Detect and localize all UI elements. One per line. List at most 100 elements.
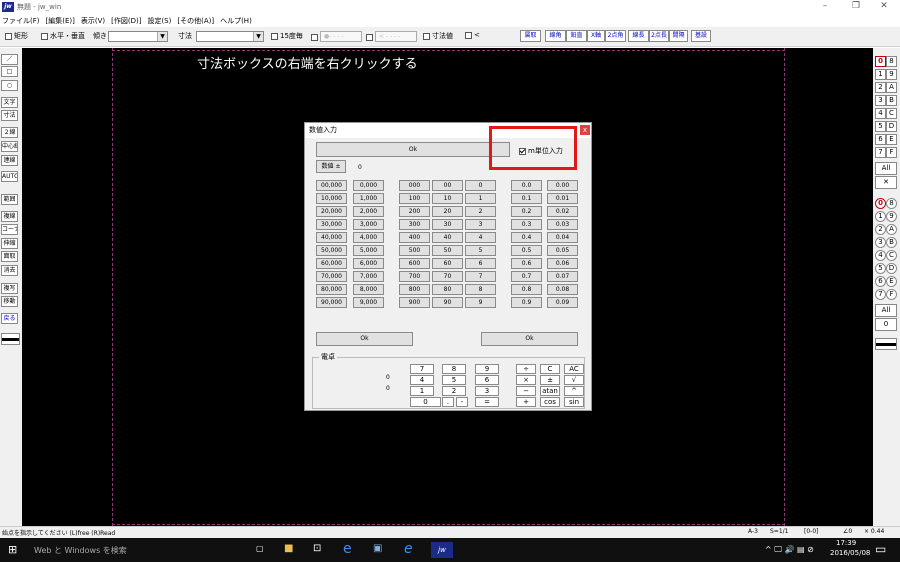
numeric-key-col3-5[interactable]: 500 <box>399 245 430 256</box>
layer-b-button[interactable]: B <box>886 95 897 106</box>
numeric-key-col6-3[interactable]: 0.3 <box>511 219 542 230</box>
numeric-key-col5-9[interactable]: 9 <box>465 297 496 308</box>
numeric-key-col2-8[interactable]: 8,000 <box>353 284 384 295</box>
menu-help[interactable]: ヘルプ(H) <box>220 16 252 26</box>
calc-key-2-4[interactable]: atan <box>540 386 560 396</box>
layer-9-button[interactable]: 9 <box>886 69 897 80</box>
numeric-key-col3-8[interactable]: 800 <box>399 284 430 295</box>
system-tray[interactable]: ^ 🖵 🔊 ▤ ⊘ <box>765 545 814 555</box>
line-length-button[interactable]: 線長 <box>628 30 649 42</box>
numeric-key-col3-0[interactable]: 000 <box>399 180 430 191</box>
numeric-key-col3-4[interactable]: 400 <box>399 232 430 243</box>
group-1-button[interactable]: 1 <box>875 211 886 222</box>
deg15-checkbox[interactable]: 15度毎 <box>271 31 303 41</box>
group-d-button[interactable]: D <box>886 263 897 274</box>
scale-display[interactable]: S=1/1 <box>770 528 789 535</box>
calc-key-3-4[interactable]: + <box>516 397 536 407</box>
numeric-key-col4-0[interactable]: 00 <box>432 180 463 191</box>
group-3-button[interactable]: 3 <box>875 237 886 248</box>
numeric-key-col5-4[interactable]: 4 <box>465 232 496 243</box>
sign-toggle-button[interactable]: 数値 ± <box>316 160 346 173</box>
numeric-key-col2-2[interactable]: 2,000 <box>353 206 384 217</box>
tool-circle[interactable]: ○ <box>1 80 18 91</box>
numeric-key-col6-7[interactable]: 0.7 <box>511 271 542 282</box>
numeric-key-col4-7[interactable]: 70 <box>432 271 463 282</box>
calc-key-1-1[interactable]: 5 <box>442 375 466 385</box>
numeric-key-col4-1[interactable]: 10 <box>432 193 463 204</box>
store-icon[interactable]: ⊡ <box>313 543 321 554</box>
minimize-button[interactable]: – <box>815 0 835 13</box>
numeric-key-col4-5[interactable]: 50 <box>432 245 463 256</box>
calc-key-3-3[interactable]: = <box>475 397 499 407</box>
windows-start-icon[interactable]: ⊞ <box>8 543 17 556</box>
tool-auto[interactable]: AUTO <box>1 171 18 182</box>
layer-d-button[interactable]: D <box>886 121 897 132</box>
numeric-key-col6-0[interactable]: 0.0 <box>511 180 542 191</box>
group-zero-button[interactable]: 0 <box>875 318 897 331</box>
layer-2-button[interactable]: 2 <box>875 82 886 93</box>
ok-left-button[interactable]: Ok <box>316 332 413 346</box>
group-5-button[interactable]: 5 <box>875 263 886 274</box>
numeric-key-col4-9[interactable]: 90 <box>432 297 463 308</box>
clock-date[interactable]: 2016/05/08 <box>830 549 870 557</box>
file-explorer-icon[interactable]: ■ <box>284 543 293 554</box>
tool-corner[interactable]: コーナー <box>1 224 18 235</box>
group-a-button[interactable]: A <box>886 224 897 235</box>
tool-move[interactable]: 移動 <box>1 296 18 307</box>
linestyle-field[interactable]: ●- - - - <box>320 31 362 42</box>
slope-combo[interactable]: ▼ <box>108 31 168 42</box>
arrow-field[interactable]: < - - - - <box>375 31 417 42</box>
task-view-icon[interactable]: ▢ <box>256 544 264 553</box>
ratio-display[interactable]: × 0.44 <box>864 528 884 535</box>
dimvalue-checkbox[interactable]: 寸法値 <box>423 31 453 41</box>
numeric-key-col4-4[interactable]: 40 <box>432 232 463 243</box>
numeric-key-col3-2[interactable]: 200 <box>399 206 430 217</box>
numeric-key-col3-9[interactable]: 900 <box>399 297 430 308</box>
calc-key-2-5[interactable]: ^ <box>564 386 584 396</box>
search-box[interactable]: Web と Windows を検索 <box>34 545 127 556</box>
calc-key-0-1[interactable]: 8 <box>442 364 466 374</box>
numeric-key-col6-1[interactable]: 0.1 <box>511 193 542 204</box>
calc-key-1-4[interactable]: ± <box>540 375 560 385</box>
tool-text[interactable]: 文字 <box>1 97 18 108</box>
edge-icon[interactable]: e <box>343 541 352 557</box>
line-width-swatch[interactable] <box>875 338 897 350</box>
numeric-key-col4-3[interactable]: 30 <box>432 219 463 230</box>
menu-settings[interactable]: 設定(S) <box>147 16 171 26</box>
layer-e-button[interactable]: E <box>886 134 897 145</box>
dim-combo[interactable]: ▼ <box>196 31 264 42</box>
numeric-key-col7-1[interactable]: 0.01 <box>547 193 578 204</box>
tool-chamfer[interactable]: 面取 <box>1 251 18 262</box>
numeric-key-col7-9[interactable]: 0.09 <box>547 297 578 308</box>
interval-button[interactable]: 間隔 <box>669 30 688 42</box>
layer-a-button[interactable]: A <box>886 82 897 93</box>
numeric-key-col5-5[interactable]: 5 <box>465 245 496 256</box>
tool-parallel[interactable]: 複線 <box>1 211 18 222</box>
layer-display[interactable]: [0-0] <box>804 528 818 535</box>
numeric-key-col2-1[interactable]: 1,000 <box>353 193 384 204</box>
numeric-key-col1-7[interactable]: 70,000 <box>316 271 347 282</box>
numeric-key-col3-7[interactable]: 700 <box>399 271 430 282</box>
media-icon[interactable]: ▣ <box>373 543 382 554</box>
calc-key-0-5[interactable]: AC <box>564 364 584 374</box>
group-e-button[interactable]: E <box>886 276 897 287</box>
numeric-key-col5-0[interactable]: 0 <box>465 180 496 191</box>
line-type-swatch[interactable] <box>1 333 20 345</box>
numeric-key-col3-6[interactable]: 600 <box>399 258 430 269</box>
numeric-key-col5-8[interactable]: 8 <box>465 284 496 295</box>
calc-key-2-1[interactable]: 2 <box>442 386 466 396</box>
ie-icon[interactable]: e <box>404 541 413 557</box>
menu-other[interactable]: [その他(A)] <box>177 16 214 26</box>
lt-checkbox[interactable]: < <box>465 31 480 39</box>
calc-key-3-2[interactable]: - <box>456 397 468 407</box>
numeric-key-col1-0[interactable]: 00,000 <box>316 180 347 191</box>
numeric-key-col1-1[interactable]: 10,000 <box>316 193 347 204</box>
group-9-button[interactable]: 9 <box>886 211 897 222</box>
numeric-key-col6-2[interactable]: 0.2 <box>511 206 542 217</box>
numeric-key-col4-8[interactable]: 80 <box>432 284 463 295</box>
x-axis-button[interactable]: X軸 <box>587 30 605 42</box>
tool-dimension[interactable]: 寸法 <box>1 110 18 121</box>
numeric-key-col7-6[interactable]: 0.06 <box>547 258 578 269</box>
tool-double-line[interactable]: ２線 <box>1 127 18 138</box>
dialog-close-icon[interactable]: x <box>580 125 590 135</box>
